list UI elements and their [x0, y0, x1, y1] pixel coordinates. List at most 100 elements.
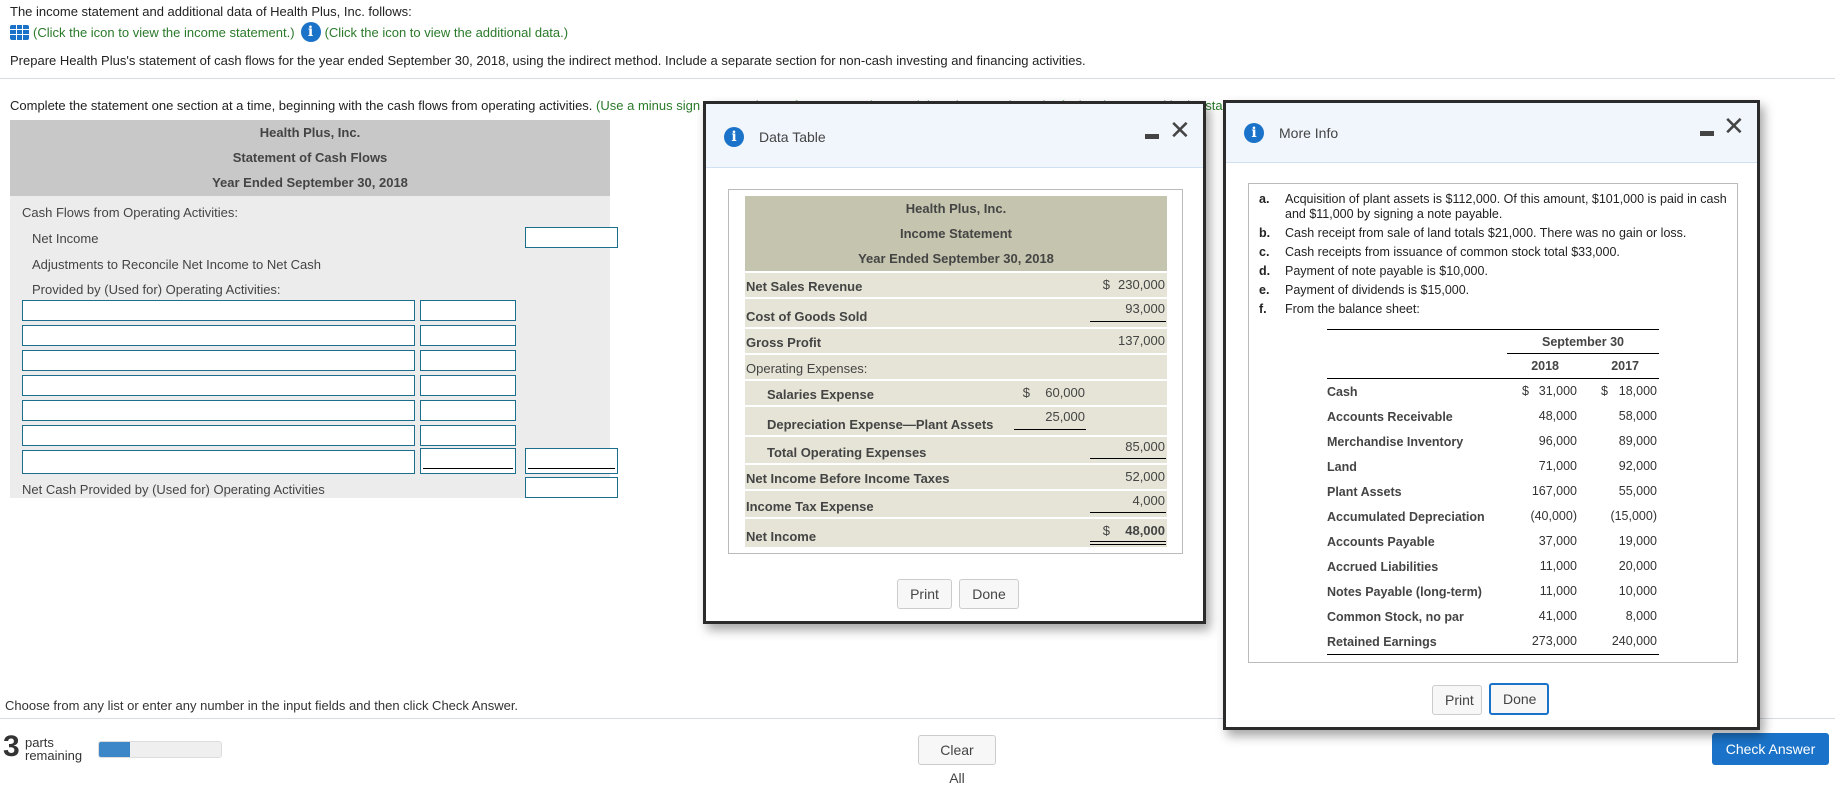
item-letter: d. [1259, 264, 1271, 278]
value-2017: 92,000 [1618, 459, 1657, 473]
account-label: Accounts Payable [1327, 535, 1435, 549]
value-2018: 41,000 [1538, 609, 1577, 623]
done-button[interactable]: Done [1489, 683, 1549, 715]
adjustment-total-input[interactable] [525, 448, 618, 474]
net-income-input[interactable] [525, 227, 618, 248]
minimize-icon[interactable] [1700, 131, 1714, 136]
row-net-sales: Net Sales Revenue $ 230,000 [745, 271, 1167, 297]
bs-header: September 30 [1327, 330, 1659, 354]
item-text: From the balance sheet: [1285, 302, 1420, 316]
bs-row: Merchandise Inventory 96,000 89,000 [1327, 429, 1659, 454]
dialog-header: i More Info ✕ [1226, 103, 1757, 163]
row-salaries: Salaries Expense $ 60,000 [745, 379, 1167, 405]
value-2018: 37,000 [1538, 534, 1577, 548]
statement-title: Statement of Cash Flows [232, 150, 388, 165]
item-text: Cash receipt from sale of land totals $2… [1285, 226, 1687, 240]
adjustment-account-input-1[interactable] [22, 300, 415, 321]
label: Total Operating Expenses [767, 445, 927, 460]
adjustment-amount-input-1[interactable] [420, 300, 516, 321]
dialog-title: Data Table [759, 129, 826, 145]
adjustment-amount-input-3[interactable] [420, 350, 516, 371]
value: 4,000 [1132, 493, 1165, 508]
adjustment-account-input-7[interactable] [22, 450, 415, 474]
statement-period: Year Ended September 30, 2018 [212, 175, 408, 190]
label: Gross Profit [746, 335, 822, 350]
adjustment-account-input-2[interactable] [22, 325, 415, 346]
value-2018: 167,000 [1531, 484, 1577, 498]
account-label: Accounts Receivable [1327, 410, 1453, 424]
year-2018: 2018 [1531, 359, 1559, 373]
dialog-title: More Info [1279, 125, 1339, 141]
table-grid-icon[interactable] [10, 24, 29, 40]
value-2017: 18,000 [1618, 384, 1657, 398]
footer-message: Choose from any list or enter any number… [5, 698, 519, 713]
adjustment-account-input-6[interactable] [22, 425, 415, 446]
progress-fill [99, 742, 130, 757]
adjustment-amount-input-7[interactable] [420, 448, 516, 474]
value-2018: 31,000 [1538, 384, 1577, 398]
adjustment-account-input-4[interactable] [22, 375, 415, 396]
value: 52,000 [1125, 469, 1165, 484]
value-2017: (15,000) [1610, 509, 1657, 523]
info-item: e. Payment of dividends is $15,000. [1259, 283, 1729, 298]
value-2017: 89,000 [1618, 434, 1657, 448]
value-2017: 55,000 [1618, 484, 1657, 498]
adjustment-account-input-5[interactable] [22, 400, 415, 421]
check-answer-button[interactable]: Check Answer [1712, 733, 1829, 765]
net-cash-input[interactable] [525, 477, 618, 498]
account-label: Common Stock, no par [1327, 610, 1464, 624]
additional-data-link[interactable]: (Click the icon to view the additional d… [325, 25, 569, 40]
info-icon: i [724, 127, 744, 147]
row-gross-profit: Gross Profit 137,000 [745, 327, 1167, 353]
currency-2017: $ [1601, 384, 1608, 398]
value-2017: 8,000 [1625, 609, 1657, 623]
print-button[interactable]: Print [897, 579, 952, 609]
clear-all-button[interactable]: Clear All [918, 735, 996, 786]
adjustment-amount-input-2[interactable] [420, 325, 516, 346]
bs-row: Notes Payable (long-term) 11,000 10,000 [1327, 579, 1659, 604]
adjustment-amount-input-4[interactable] [420, 375, 516, 396]
bs-years: 2018 2017 [1327, 354, 1659, 379]
income-statement-link[interactable]: (Click the icon to view the income state… [33, 25, 295, 40]
close-icon[interactable]: ✕ [1169, 116, 1191, 146]
net-income-label: Net Income [32, 231, 99, 246]
underline [1090, 458, 1166, 459]
account-label: Land [1327, 460, 1357, 474]
bs-row: Cash 31,000 18,000 $ $ [1327, 379, 1659, 404]
account-label: Merchandise Inventory [1327, 435, 1464, 449]
income-statement-header: Health Plus, Inc. Income Statement Year … [745, 196, 1167, 271]
statement-header: Health Plus, Inc. Statement of Cash Flow… [10, 120, 610, 196]
bs-row: Accrued Liabilities 11,000 20,000 [1327, 554, 1659, 579]
adjustment-amount-input-6[interactable] [420, 425, 516, 446]
remaining-label: remaining [25, 748, 83, 763]
value: 93,000 [1125, 301, 1165, 316]
done-button[interactable]: Done [959, 579, 1019, 609]
instruction-main: Complete the statement one section at a … [10, 98, 593, 113]
account-label: Plant Assets [1327, 485, 1402, 499]
value-2018: 96,000 [1538, 434, 1577, 448]
info-icon[interactable]: i [300, 22, 321, 42]
item-text: Payment of note payable is $10,000. [1285, 264, 1488, 278]
close-icon[interactable]: ✕ [1723, 112, 1745, 142]
company-name: Health Plus, Inc. [905, 201, 1007, 216]
currency-2018: $ [1522, 384, 1529, 398]
cash-flow-statement: Health Plus, Inc. Statement of Cash Flow… [10, 120, 618, 498]
value: 60,000 [1045, 385, 1085, 400]
progress-bar [98, 741, 222, 758]
balance-sheet-table: September 30 2018 2017 Cash 31,000 18,000 $… [1327, 329, 1659, 655]
account-label: Retained Earnings [1327, 635, 1437, 649]
print-button[interactable]: Print [1432, 685, 1482, 715]
minimize-icon[interactable] [1145, 134, 1159, 139]
info-icon: i [1244, 123, 1264, 143]
item-text: Payment of dividends is $15,000. [1285, 283, 1470, 297]
adjustments-label: Adjustments to Reconcile Net Income to N… [32, 257, 322, 272]
account-label: Notes Payable (long-term) [1327, 585, 1482, 599]
bs-row: Common Stock, no par 41,000 8,000 [1327, 604, 1659, 629]
value: 137,000 [1118, 333, 1165, 348]
item-letter: f. [1259, 302, 1267, 316]
dialog-header: i Data Table ✕ [706, 104, 1203, 168]
adjustment-amount-input-5[interactable] [420, 400, 516, 421]
bs-row: Plant Assets 167,000 55,000 [1327, 479, 1659, 504]
adjustment-account-input-3[interactable] [22, 350, 415, 371]
bs-row: Accounts Receivable 48,000 58,000 [1327, 404, 1659, 429]
